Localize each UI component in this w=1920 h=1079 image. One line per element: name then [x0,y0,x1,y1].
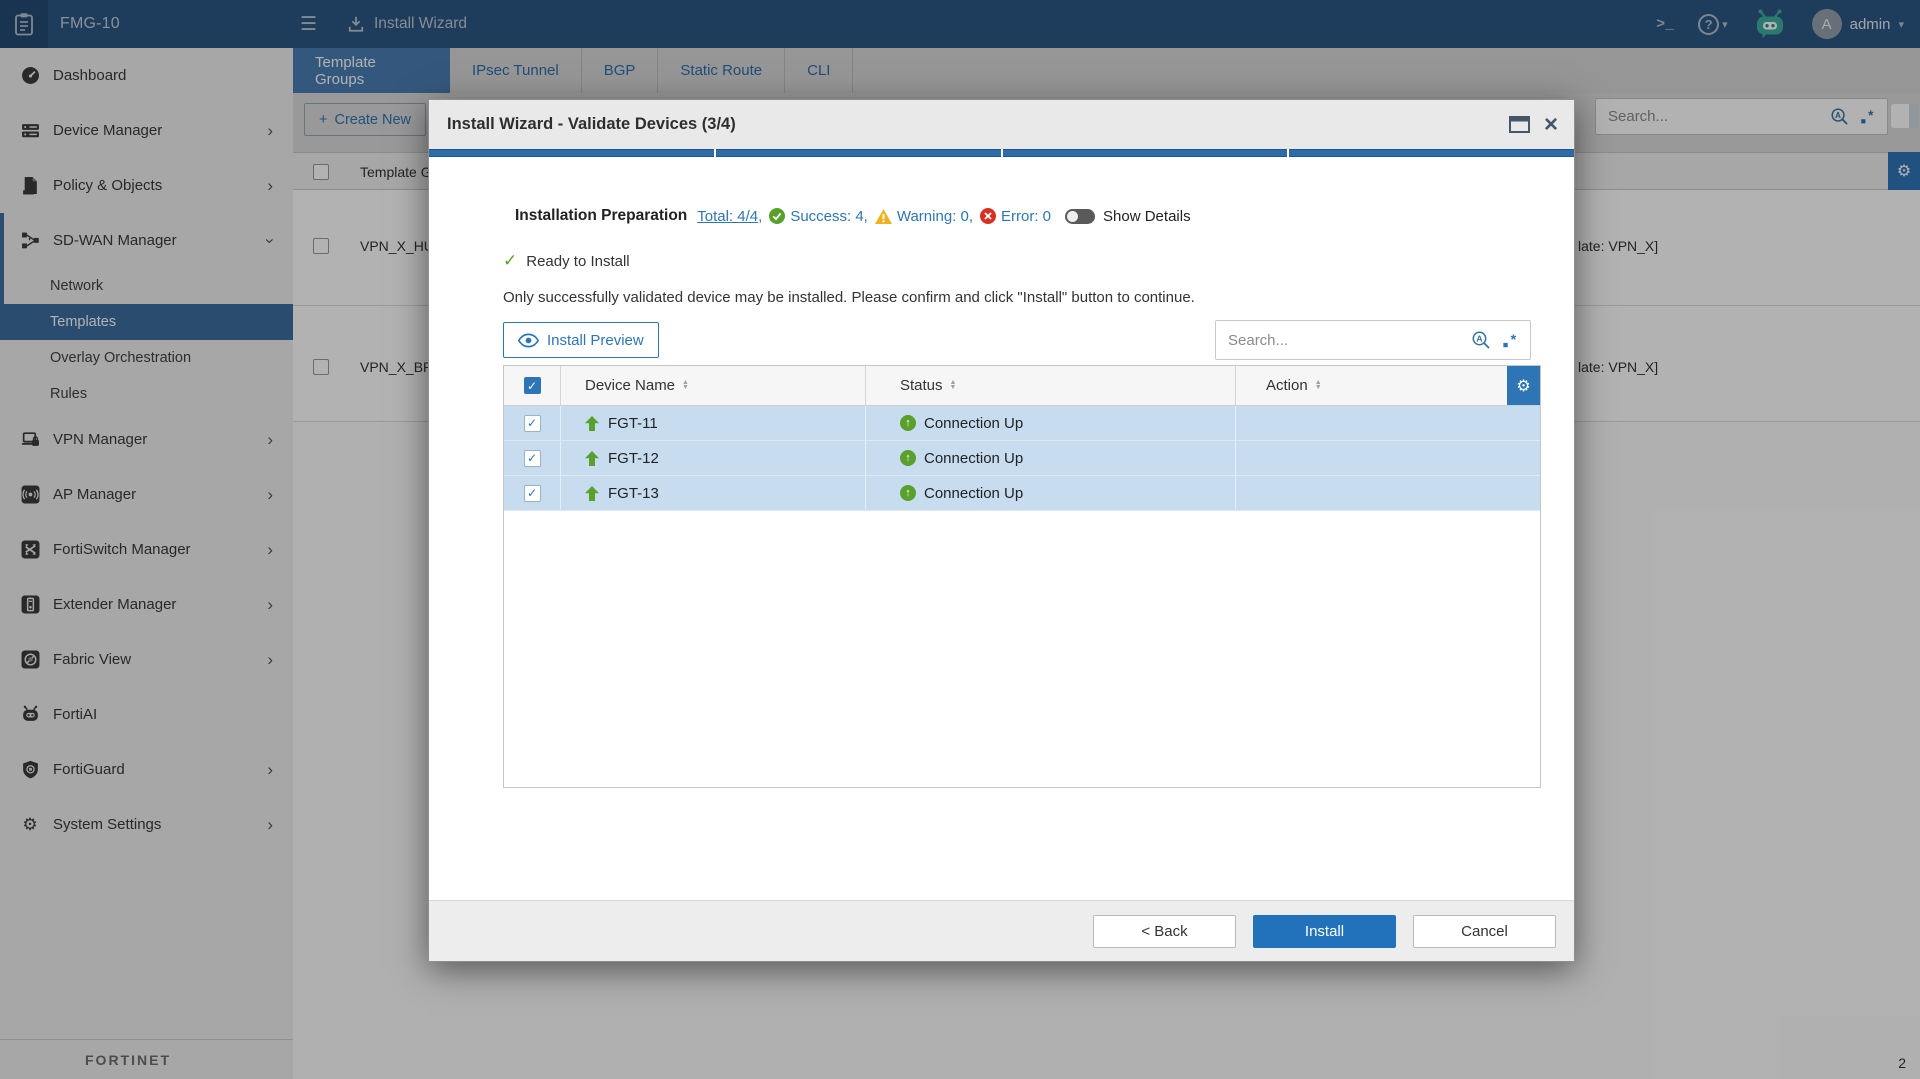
ready-text: Ready to Install [526,253,629,270]
show-details-label: Show Details [1103,208,1191,225]
instruction-text: Only successfully validated device may b… [503,289,1539,306]
device-table-header: ✓ Device Name ▲▼ Status ▲▼ Action ▲▼ ⚙ [504,366,1540,406]
success-count[interactable]: Success: 4, [790,208,868,225]
row-checkbox[interactable]: ✓ [524,485,541,502]
device-row-fgt-11[interactable]: ✓ FGT-11 ↑ Connection Up [504,406,1540,441]
row-checkbox[interactable]: ✓ [524,415,541,432]
sort-icon[interactable]: ▲▼ [1315,381,1322,390]
modal-toolbar: Install Preview A * [503,320,1541,360]
installation-summary: Installation Preparation Total: 4/4, Suc… [515,207,1539,225]
maximize-icon[interactable] [1509,116,1530,133]
modal-search-box: A * [1215,320,1531,360]
connection-up-icon: ↑ [900,415,916,431]
summary-heading: Installation Preparation [515,207,687,225]
error-count[interactable]: Error: 0 [1001,208,1051,225]
column-settings-button[interactable]: ⚙ [1507,366,1540,405]
progress-segment [716,149,1001,157]
cancel-button[interactable]: Cancel [1413,915,1556,948]
action-cell [1235,441,1540,475]
sort-icon[interactable]: ▲▼ [950,381,957,390]
modal-body: Installation Preparation Total: 4/4, Suc… [429,157,1574,900]
check-icon: ✓ [503,251,517,271]
modal-header: Install Wizard - Validate Devices (3/4) … [429,100,1574,149]
action-cell [1235,406,1540,440]
ready-status: ✓ Ready to Install [503,251,1539,271]
sort-icon[interactable]: ▲▼ [682,381,689,390]
install-button[interactable]: Install [1253,915,1396,948]
close-icon[interactable]: × [1544,113,1558,137]
regex-search-icon[interactable]: * [1501,331,1520,350]
action-cell [1235,476,1540,510]
toggle-knob [1067,211,1078,222]
error-icon [980,208,996,224]
fortimanager-screen: FMG-10 ☰ Install Wizard >_ ? ▾ A admin ▾… [0,0,1920,1079]
modal-search-input[interactable] [1216,332,1471,349]
connection-up-icon: ↑ [900,485,916,501]
progress-segment [429,149,714,157]
install-wizard-modal: Install Wizard - Validate Devices (3/4) … [428,99,1575,962]
progress-segment [1003,149,1288,157]
connection-up-icon: ↑ [900,450,916,466]
modal-title: Install Wizard - Validate Devices (3/4) [447,115,1509,134]
total-link[interactable]: Total: 4/4, [697,208,762,225]
match-case-search-icon[interactable]: A [1471,330,1491,350]
device-row-fgt-13[interactable]: ✓ FGT-13 ↑ Connection Up [504,476,1540,511]
install-preview-button[interactable]: Install Preview [503,322,659,358]
svg-text:*: * [1511,331,1517,347]
modal-footer: < Back Install Cancel [429,900,1574,961]
column-action[interactable]: Action ▲▼ [1235,366,1507,405]
column-device-name[interactable]: Device Name ▲▼ [560,366,865,405]
warning-count[interactable]: Warning: 0, [897,208,973,225]
back-button[interactable]: < Back [1093,915,1236,948]
device-up-icon [585,416,599,431]
row-checkbox[interactable]: ✓ [524,450,541,467]
warning-icon [875,209,892,224]
device-table: ✓ Device Name ▲▼ Status ▲▼ Action ▲▼ ⚙ [503,365,1541,788]
svg-text:A: A [1476,334,1482,344]
show-details-toggle[interactable] [1065,209,1095,224]
device-up-icon [585,486,599,501]
wizard-progress-bar [429,149,1574,157]
device-row-fgt-12[interactable]: ✓ FGT-12 ↑ Connection Up [504,441,1540,476]
progress-segment [1289,149,1574,157]
success-icon [769,208,785,224]
eye-icon [518,333,539,348]
select-all-checkbox[interactable]: ✓ [524,377,541,394]
column-status[interactable]: Status ▲▼ [865,366,1235,405]
device-up-icon [585,451,599,466]
